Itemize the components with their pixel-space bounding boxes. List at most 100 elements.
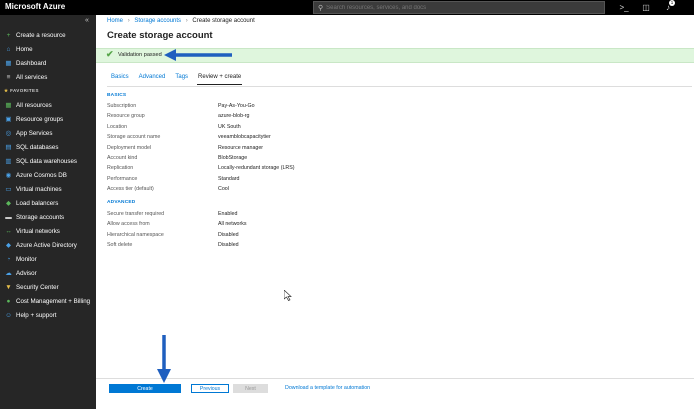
sidebar-item-label: Create a resource <box>16 31 66 39</box>
previous-button[interactable]: Previous <box>191 384 229 393</box>
sidebar-item-virtual-networks[interactable]: ↔ Virtual networks <box>0 225 96 237</box>
summary-row: Access tier (default) Cool <box>107 186 407 195</box>
summary-row-label: Subscription <box>107 103 137 109</box>
breadcrumb-chevron-icon: › <box>185 18 188 24</box>
summary-row: Replication Locally-redundant storage (LR… <box>107 165 407 174</box>
cosmos-icon: ◉ <box>5 172 12 179</box>
plus-icon: + <box>6 31 11 39</box>
summary-row-value: Pay-As-You-Go <box>218 103 255 109</box>
sidebar-item-home[interactable]: ⌂ Home <box>0 43 96 55</box>
tab-advanced[interactable]: Advanced <box>138 74 167 85</box>
breadcrumb-home[interactable]: Home <box>107 18 123 24</box>
sidebar-item-sql-data-warehouses[interactable]: ▥ SQL data warehouses <box>0 155 96 167</box>
sidebar-item-label: Resource groups <box>16 115 64 123</box>
summary-row: Subscription Pay-As-You-Go <box>107 103 407 112</box>
summary-row-value: Cool <box>218 186 229 193</box>
sidebar-item-resource-groups[interactable]: ▣ Resource groups <box>0 113 96 125</box>
sidebar-item-label: Security Center <box>16 283 59 291</box>
sidebar-item-label: Advisor <box>16 269 37 277</box>
summary-row-value: Resource manager <box>218 144 264 151</box>
summary-row-value: Standard <box>218 175 240 182</box>
main-panel: Home › Storage accounts › Create storage… <box>96 15 694 409</box>
download-template-link[interactable]: Download a template for automation <box>285 385 370 391</box>
tab-review-create[interactable]: Review + create <box>197 74 243 85</box>
sidebar-item-cost-management-billing[interactable]: ● Cost Management + Billing <box>0 295 96 307</box>
sidebar-item-azure-active-directory[interactable]: ◆ Azure Active Directory <box>0 239 96 251</box>
star-icon: ★ <box>4 88 9 93</box>
sidebar-item-label: Home <box>16 45 33 53</box>
summary-row-label: Storage account name <box>107 134 161 141</box>
dashboard-icon: ▦ <box>5 60 12 67</box>
sidebar-item-label: Azure Cosmos DB <box>16 171 67 179</box>
breadcrumb-storage-accounts[interactable]: Storage accounts <box>134 18 181 24</box>
sidebar-item-label: Cost Management + Billing <box>16 297 91 305</box>
summary-row-label: Replication <box>107 165 134 172</box>
summary-row: Location UK South <box>107 124 407 133</box>
sidebar-item-virtual-machines[interactable]: ▭ Virtual machines <box>0 183 96 195</box>
summary-row-value: Disabled <box>218 231 239 238</box>
summary-row-value: All networks <box>218 221 247 228</box>
gauge-icon: ◔ <box>6 255 11 263</box>
sidebar-item-label: Azure Active Directory <box>16 241 77 249</box>
sidebar-item-all-services[interactable]: ≡ All services <box>0 71 96 83</box>
sidebar-item-label: SQL databases <box>16 143 59 151</box>
summary-row-value: veeamblobcapacitytier <box>218 134 271 141</box>
sidebar-item-advisor[interactable]: ☁ Advisor <box>0 267 96 279</box>
summary-row: Deployment model Resource manager <box>107 145 407 154</box>
summary-row: Storage account name veeamblobcapacitytie… <box>107 134 407 143</box>
mouse-cursor-icon <box>284 290 292 301</box>
sidebar-item-dashboard[interactable]: ▦ Dashboard <box>0 57 96 69</box>
sidebar-item-load-balancers[interactable]: ◆ Load balancers <box>0 197 96 209</box>
sidebar-item-app-services[interactable]: ◎ App Services <box>0 127 96 139</box>
notification-count-badge: 1 <box>669 0 675 6</box>
sidebar-item-storage-accounts[interactable]: ▬ Storage accounts <box>0 211 96 223</box>
sidebar-item-azure-cosmos-db[interactable]: ◉ Azure Cosmos DB <box>0 169 96 181</box>
sidebar-item-label: Virtual networks <box>16 227 60 235</box>
summary-row-label: Account kind <box>107 155 138 161</box>
brand-title[interactable]: Microsoft Azure <box>5 2 65 11</box>
collapse-sidebar-icon[interactable]: « <box>85 17 89 24</box>
footer-divider <box>96 378 694 379</box>
coin-icon: ● <box>6 297 11 305</box>
summary-row-label: Access tier (default) <box>107 186 154 193</box>
tab-bar: Basics Advanced Tags Review + create <box>110 74 243 85</box>
search-input[interactable] <box>323 4 587 11</box>
sidebar-item-monitor[interactable]: ◔ Monitor <box>0 253 96 265</box>
summary-row-label: Deployment model <box>107 144 152 151</box>
sidebar-item-label: Load balancers <box>16 199 59 207</box>
next-button[interactable]: Next <box>233 384 268 393</box>
section-heading-advanced: ADVANCED <box>107 200 136 205</box>
summary-row: Hierarchical namespace Disabled <box>107 232 407 241</box>
directory-filter-icon[interactable]: ◫ <box>640 1 652 13</box>
cube-icon: ▣ <box>5 116 12 123</box>
database-icon: ▤ <box>5 144 12 151</box>
summary-row-label: Hierarchical namespace <box>107 231 164 238</box>
sidebar-item-label: SQL data warehouses <box>16 157 77 165</box>
cloud-shell-icon[interactable]: >_ <box>618 1 630 13</box>
sidebar-item-create-a-resource[interactable]: + Create a resource <box>0 29 96 41</box>
favorites-heading: ★ FAVORITES <box>4 88 39 94</box>
cloud-icon: ☁ <box>5 270 12 277</box>
create-button[interactable]: Create <box>109 384 181 393</box>
tab-basics[interactable]: Basics <box>110 74 130 85</box>
sidebar-item-sql-databases[interactable]: ▤ SQL databases <box>0 141 96 153</box>
sidebar-item-security-center[interactable]: ▼ Security Center <box>0 281 96 293</box>
page-title: Create storage account <box>107 30 213 41</box>
search-box[interactable]: ⚲ <box>313 1 605 14</box>
summary-row-label: Location <box>107 123 128 130</box>
summary-row-label: Soft delete <box>107 242 133 249</box>
breadcrumb-current: Create storage account <box>192 18 255 24</box>
sidebar-item-label: Storage accounts <box>16 213 65 221</box>
top-icons: >_ ◫ ♪ 1 <box>618 0 675 13</box>
sidebar-item-help-support[interactable]: ☺ Help + support <box>0 309 96 321</box>
sidebar-item-all-resources[interactable]: ▦ All resources <box>0 99 96 111</box>
notifications-bell-icon[interactable]: ♪ 1 <box>662 0 675 13</box>
summary-row: Resource group azure-blob-rg <box>107 113 407 122</box>
sidebar-item-label: App Services <box>16 129 53 137</box>
checkmark-icon: ✔ <box>106 49 114 59</box>
tab-tags[interactable]: Tags <box>174 74 189 85</box>
summary-row-value: BlobStorage <box>218 155 248 161</box>
summary-row: Soft delete Disabled <box>107 242 407 251</box>
warehouse-icon: ▥ <box>5 158 12 165</box>
storage-icon: ▬ <box>5 213 12 221</box>
